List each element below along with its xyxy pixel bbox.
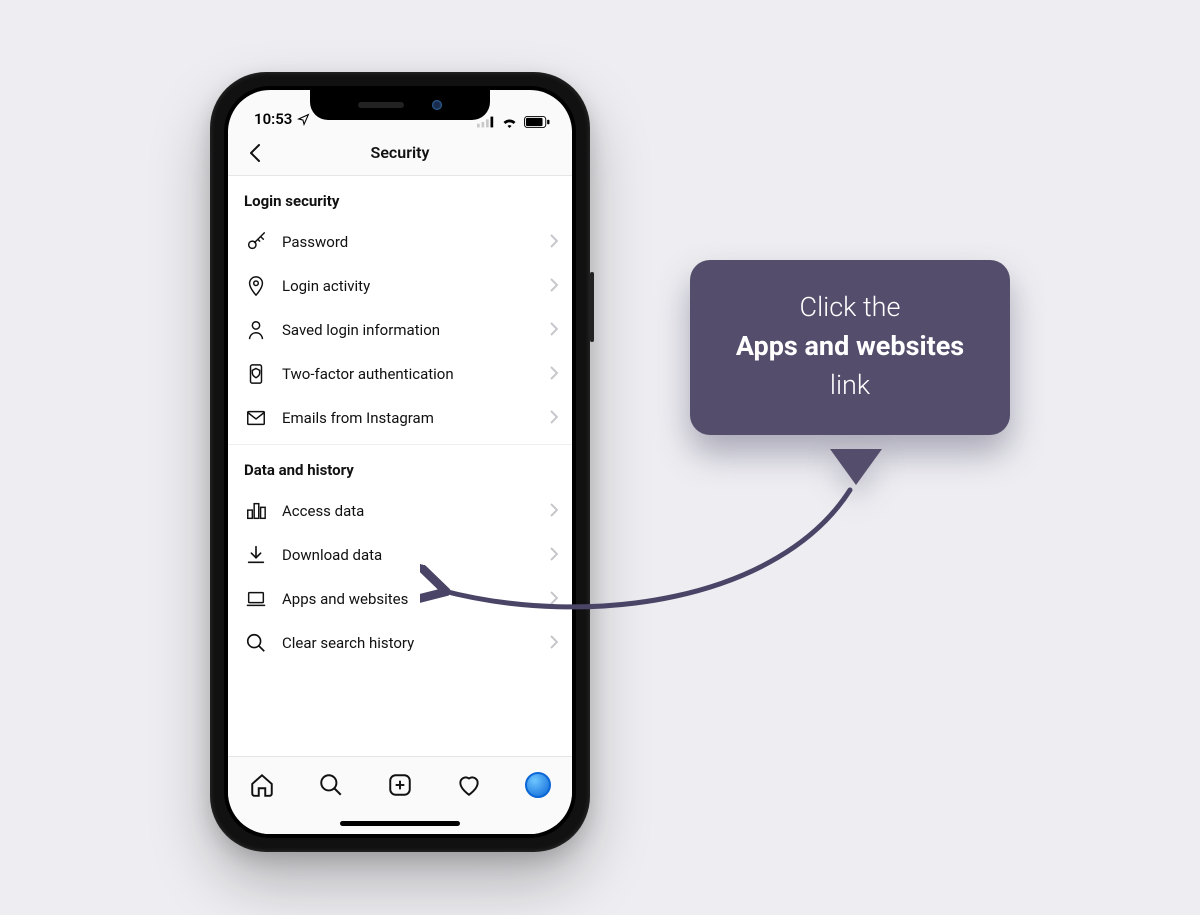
chevron-left-icon xyxy=(248,143,262,163)
row-apps-websites[interactable]: Apps and websites xyxy=(228,577,572,621)
search-icon xyxy=(318,772,344,798)
callout-tail xyxy=(830,449,882,485)
chevron-right-icon xyxy=(550,233,558,252)
row-download-data[interactable]: Download data xyxy=(228,533,572,577)
section-title-login: Login security xyxy=(228,176,572,220)
chevron-right-icon xyxy=(550,590,558,609)
settings-content: Login security Password Login activity xyxy=(228,176,572,756)
tab-activity[interactable] xyxy=(452,768,486,802)
back-button[interactable] xyxy=(242,140,268,166)
heart-icon xyxy=(456,772,482,798)
shield-icon xyxy=(244,362,268,386)
profile-avatar-icon xyxy=(525,772,551,798)
download-icon xyxy=(244,543,268,567)
row-label: Two-factor authentication xyxy=(282,365,550,383)
phone-frame: 10:53 Security Login security xyxy=(210,72,590,852)
mail-icon xyxy=(244,406,268,430)
phone-bezel: 10:53 Security Login security xyxy=(224,86,576,838)
chevron-right-icon xyxy=(550,502,558,521)
chevron-right-icon xyxy=(550,321,558,340)
bottom-tab-bar xyxy=(228,756,572,812)
key-icon xyxy=(244,230,268,254)
row-label: Apps and websites xyxy=(282,590,550,608)
person-icon xyxy=(244,318,268,342)
callout-suffix: link xyxy=(830,369,870,401)
row-label: Download data xyxy=(282,546,550,564)
plus-square-icon xyxy=(387,772,413,798)
row-label: Clear search history xyxy=(282,634,550,652)
row-label: Access data xyxy=(282,502,550,520)
wifi-icon xyxy=(501,116,518,128)
row-saved-login[interactable]: Saved login information xyxy=(228,308,572,352)
home-icon xyxy=(249,772,275,798)
row-label: Password xyxy=(282,233,550,251)
phone-screen: 10:53 Security Login security xyxy=(228,90,572,834)
page-title: Security xyxy=(371,143,430,162)
row-label: Saved login information xyxy=(282,321,550,339)
laptop-icon xyxy=(244,587,268,611)
callout-line1: Click the xyxy=(800,291,901,323)
chevron-right-icon xyxy=(550,277,558,296)
row-label: Emails from Instagram xyxy=(282,409,550,427)
callout-bold: Apps and websites xyxy=(736,330,964,362)
instruction-callout: Click the Apps and websites link xyxy=(690,260,1010,435)
chevron-right-icon xyxy=(550,365,558,384)
pin-icon xyxy=(244,274,268,298)
row-login-activity[interactable]: Login activity xyxy=(228,264,572,308)
row-label: Login activity xyxy=(282,277,550,295)
nav-header: Security xyxy=(228,130,572,176)
chevron-right-icon xyxy=(550,634,558,653)
chevron-right-icon xyxy=(550,409,558,428)
section-title-data: Data and history xyxy=(228,445,572,489)
tab-search[interactable] xyxy=(314,768,348,802)
status-time: 10:53 xyxy=(254,110,292,128)
row-two-factor[interactable]: Two-factor authentication xyxy=(228,352,572,396)
tab-home[interactable] xyxy=(245,768,279,802)
chevron-right-icon xyxy=(550,546,558,565)
phone-notch xyxy=(310,90,490,120)
row-password[interactable]: Password xyxy=(228,220,572,264)
battery-icon xyxy=(524,116,550,128)
search-icon xyxy=(244,631,268,655)
row-access-data[interactable]: Access data xyxy=(228,489,572,533)
row-clear-search[interactable]: Clear search history xyxy=(228,621,572,665)
row-emails[interactable]: Emails from Instagram xyxy=(228,396,572,440)
tab-new-post[interactable] xyxy=(383,768,417,802)
chart-icon xyxy=(244,499,268,523)
home-indicator xyxy=(228,812,572,834)
location-arrow-icon xyxy=(297,113,310,126)
tab-profile[interactable] xyxy=(521,768,555,802)
